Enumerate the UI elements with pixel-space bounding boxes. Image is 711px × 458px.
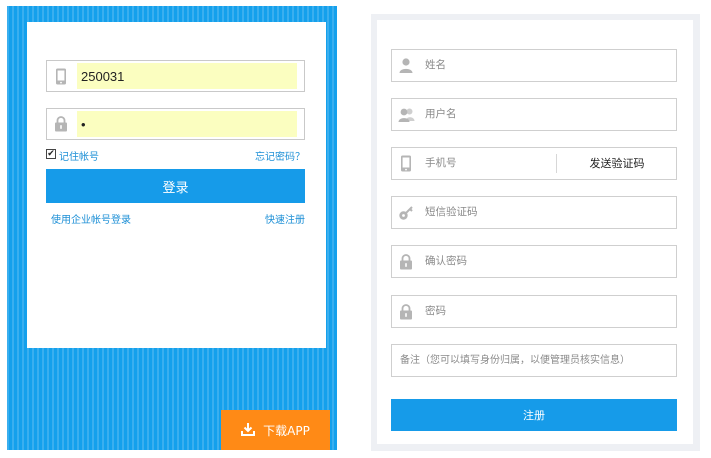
phone-icon bbox=[396, 148, 416, 179]
register-panel: 姓名 用户名 手机号 发送验证码 短信验证码 确认密码 密码 备注（您可以填写身… bbox=[371, 14, 700, 451]
phone-icon bbox=[47, 61, 75, 91]
username-field[interactable]: 用户名 bbox=[391, 98, 677, 131]
quick-register-link[interactable]: 快速注册 bbox=[265, 211, 305, 226]
lock-icon bbox=[396, 246, 416, 277]
sms-code-placeholder: 短信验证码 bbox=[425, 206, 478, 218]
name-placeholder: 姓名 bbox=[425, 59, 446, 71]
confirm-password-field[interactable]: 确认密码 bbox=[391, 245, 677, 278]
remember-label[interactable]: 记住帐号 bbox=[59, 148, 99, 163]
key-icon bbox=[396, 197, 416, 228]
account-field bbox=[46, 60, 305, 92]
login-panel: ✔ 记住帐号 忘记密码？ 登录 使用企业帐号登录 快速注册 下载APP bbox=[7, 6, 337, 450]
lock-icon bbox=[396, 296, 416, 327]
remember-row: ✔ 记住帐号 忘记密码？ bbox=[46, 148, 305, 163]
sms-code-field[interactable]: 短信验证码 bbox=[391, 196, 677, 229]
person-icon bbox=[396, 50, 416, 81]
register-card: 姓名 用户名 手机号 发送验证码 短信验证码 确认密码 密码 备注（您可以填写身… bbox=[377, 20, 693, 444]
send-code-divider bbox=[556, 154, 557, 173]
login-button[interactable]: 登录 bbox=[46, 169, 305, 203]
remember-checkbox[interactable]: ✔ bbox=[46, 149, 56, 159]
password-input[interactable] bbox=[77, 111, 297, 137]
download-app-label: 下载APP bbox=[263, 423, 310, 438]
users-icon bbox=[396, 99, 416, 130]
login-card: ✔ 记住帐号 忘记密码？ 登录 使用企业帐号登录 快速注册 bbox=[27, 22, 326, 348]
name-field[interactable]: 姓名 bbox=[391, 49, 677, 82]
password-placeholder: 密码 bbox=[425, 305, 446, 317]
forgot-password-link[interactable]: 忘记密码？ bbox=[255, 148, 305, 163]
login-links: 使用企业帐号登录 快速注册 bbox=[51, 211, 305, 226]
password-field[interactable]: 密码 bbox=[391, 295, 677, 328]
remark-field[interactable]: 备注（您可以填写身份归属，以便管理员核实信息） bbox=[391, 344, 677, 377]
username-placeholder: 用户名 bbox=[425, 108, 457, 120]
phone-placeholder: 手机号 bbox=[425, 157, 457, 169]
remark-placeholder: 备注（您可以填写身份归属，以便管理员核实信息） bbox=[400, 355, 630, 366]
download-app-button[interactable]: 下载APP bbox=[221, 410, 330, 450]
register-button[interactable]: 注册 bbox=[391, 399, 677, 431]
confirm-password-placeholder: 确认密码 bbox=[425, 255, 467, 267]
password-field bbox=[46, 108, 305, 140]
enterprise-login-link[interactable]: 使用企业帐号登录 bbox=[51, 211, 131, 226]
lock-icon bbox=[47, 109, 75, 139]
account-input[interactable] bbox=[77, 63, 297, 89]
phone-field[interactable]: 手机号 发送验证码 bbox=[391, 147, 677, 180]
send-code-button[interactable]: 发送验证码 bbox=[558, 148, 676, 179]
download-icon bbox=[241, 422, 263, 439]
